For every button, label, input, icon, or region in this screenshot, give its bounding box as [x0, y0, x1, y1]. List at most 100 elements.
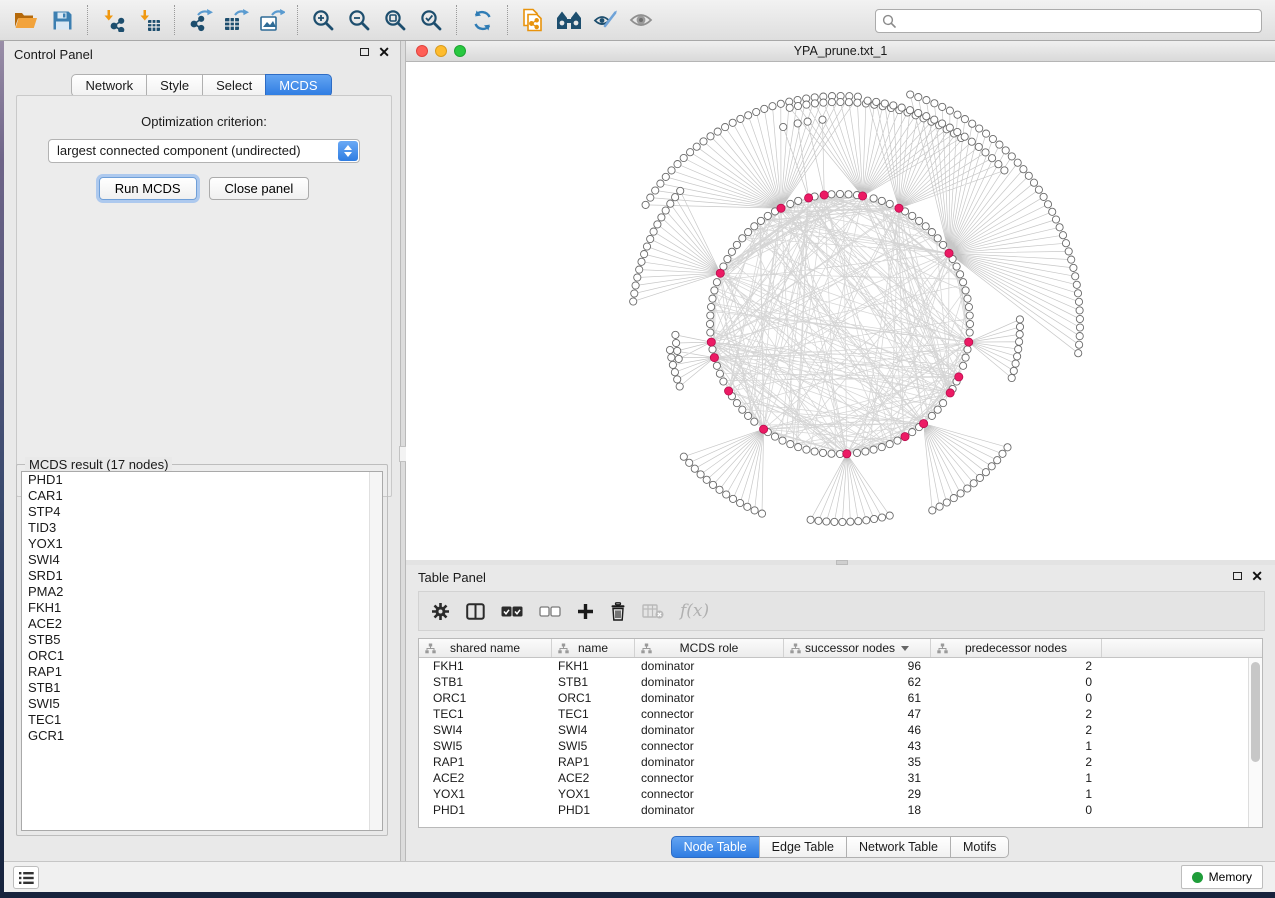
- export-network-button[interactable]: [182, 3, 218, 37]
- cell-successor-nodes[interactable]: 96: [784, 658, 931, 674]
- cell-MCDS-role[interactable]: dominator: [635, 722, 784, 738]
- column-header-name[interactable]: name: [552, 639, 635, 657]
- delete-column-button[interactable]: [610, 602, 626, 621]
- tab-motifs[interactable]: Motifs: [950, 836, 1009, 858]
- tab-network-table[interactable]: Network Table: [846, 836, 951, 858]
- cell-successor-nodes[interactable]: 61: [784, 690, 931, 706]
- cell-predecessor-nodes[interactable]: 2: [931, 706, 1102, 722]
- cell-successor-nodes[interactable]: 29: [784, 786, 931, 802]
- close-window-icon[interactable]: [416, 45, 428, 57]
- table-row[interactable]: SWI4SWI4dominator462: [419, 722, 1262, 738]
- table-row[interactable]: TEC1TEC1connector472: [419, 706, 1262, 722]
- cell-predecessor-nodes[interactable]: 0: [931, 690, 1102, 706]
- cell-shared-name[interactable]: SWI5: [419, 738, 552, 754]
- cell-MCDS-role[interactable]: dominator: [635, 690, 784, 706]
- close-panel-icon[interactable]: ✕: [1251, 571, 1263, 581]
- result-node-item[interactable]: RAP1: [22, 664, 382, 680]
- cell-MCDS-role[interactable]: connector: [635, 770, 784, 786]
- tab-style[interactable]: Style: [146, 74, 203, 97]
- result-node-item[interactable]: YOX1: [22, 536, 382, 552]
- cell-name[interactable]: SWI5: [552, 738, 635, 754]
- cell-name[interactable]: ACE2: [552, 770, 635, 786]
- result-node-item[interactable]: TID3: [22, 520, 382, 536]
- tab-node-table[interactable]: Node Table: [671, 836, 760, 858]
- refresh-view-button[interactable]: [464, 3, 500, 37]
- cell-MCDS-role[interactable]: connector: [635, 706, 784, 722]
- cell-successor-nodes[interactable]: 43: [784, 738, 931, 754]
- result-node-item[interactable]: STB1: [22, 680, 382, 696]
- cell-predecessor-nodes[interactable]: 2: [931, 722, 1102, 738]
- cell-name[interactable]: TEC1: [552, 706, 635, 722]
- cell-MCDS-role[interactable]: dominator: [635, 802, 784, 818]
- close-panel-icon[interactable]: ✕: [378, 47, 390, 57]
- cell-shared-name[interactable]: PHD1: [419, 802, 552, 818]
- table-row[interactable]: ACE2ACE2connector311: [419, 770, 1262, 786]
- result-node-item[interactable]: CAR1: [22, 488, 382, 504]
- network-window-titlebar[interactable]: YPA_prune.txt_1: [406, 41, 1275, 62]
- cell-successor-nodes[interactable]: 31: [784, 770, 931, 786]
- memory-button[interactable]: Memory: [1181, 865, 1263, 889]
- result-list-scrollbar[interactable]: [369, 472, 382, 830]
- cell-MCDS-role[interactable]: connector: [635, 738, 784, 754]
- zoom-selected-button[interactable]: [413, 3, 449, 37]
- maximize-window-icon[interactable]: [454, 45, 466, 57]
- result-node-item[interactable]: ACE2: [22, 616, 382, 632]
- float-panel-icon[interactable]: [360, 48, 369, 56]
- open-session-button[interactable]: [8, 3, 44, 37]
- result-node-item[interactable]: PHD1: [22, 472, 382, 488]
- cell-predecessor-nodes[interactable]: 1: [931, 738, 1102, 754]
- cell-predecessor-nodes[interactable]: 1: [931, 786, 1102, 802]
- zoom-out-button[interactable]: [341, 3, 377, 37]
- delete-table-button[interactable]: [642, 604, 664, 619]
- scrollbar-thumb[interactable]: [1251, 662, 1260, 762]
- minimize-window-icon[interactable]: [435, 45, 447, 57]
- import-network-button[interactable]: [95, 3, 131, 37]
- network-canvas[interactable]: [406, 62, 1275, 559]
- cell-predecessor-nodes[interactable]: 0: [931, 802, 1102, 818]
- table-row[interactable]: RAP1RAP1dominator352: [419, 754, 1262, 770]
- search-input[interactable]: [901, 14, 1255, 28]
- cell-predecessor-nodes[interactable]: 0: [931, 674, 1102, 690]
- table-row[interactable]: YOX1YOX1connector291: [419, 786, 1262, 802]
- result-node-item[interactable]: SRD1: [22, 568, 382, 584]
- cell-name[interactable]: PHD1: [552, 802, 635, 818]
- unselect-all-columns-button[interactable]: [539, 606, 561, 617]
- cell-successor-nodes[interactable]: 62: [784, 674, 931, 690]
- cell-name[interactable]: SWI4: [552, 722, 635, 738]
- function-builder-button[interactable]: f(x): [680, 601, 709, 621]
- binoculars-button[interactable]: [551, 3, 587, 37]
- network-file-share-button[interactable]: [515, 3, 551, 37]
- result-node-item[interactable]: STB5: [22, 632, 382, 648]
- cell-name[interactable]: STB1: [552, 674, 635, 690]
- cell-successor-nodes[interactable]: 35: [784, 754, 931, 770]
- show-columns-button[interactable]: [466, 603, 485, 620]
- show-graphics-details-button[interactable]: [623, 3, 659, 37]
- cell-shared-name[interactable]: TEC1: [419, 706, 552, 722]
- table-row[interactable]: FKH1FKH1dominator962: [419, 658, 1262, 674]
- cell-shared-name[interactable]: FKH1: [419, 658, 552, 674]
- result-node-item[interactable]: ORC1: [22, 648, 382, 664]
- table-row[interactable]: ORC1ORC1dominator610: [419, 690, 1262, 706]
- select-all-columns-button[interactable]: [501, 606, 523, 617]
- save-session-button[interactable]: [44, 3, 80, 37]
- import-table-button[interactable]: [131, 3, 167, 37]
- result-node-item[interactable]: TEC1: [22, 712, 382, 728]
- result-node-item[interactable]: FKH1: [22, 600, 382, 616]
- tab-edge-table[interactable]: Edge Table: [759, 836, 847, 858]
- table-settings-button[interactable]: [431, 602, 450, 621]
- hide-graphics-details-button[interactable]: [587, 3, 623, 37]
- zoom-in-button[interactable]: [305, 3, 341, 37]
- cell-name[interactable]: ORC1: [552, 690, 635, 706]
- cell-shared-name[interactable]: RAP1: [419, 754, 552, 770]
- export-table-button[interactable]: [218, 3, 254, 37]
- column-header-MCDS-role[interactable]: MCDS role: [635, 639, 784, 657]
- cell-successor-nodes[interactable]: 47: [784, 706, 931, 722]
- export-image-button[interactable]: [254, 3, 290, 37]
- cell-name[interactable]: FKH1: [552, 658, 635, 674]
- cell-shared-name[interactable]: STB1: [419, 674, 552, 690]
- zoom-fit-button[interactable]: [377, 3, 413, 37]
- tab-mcds[interactable]: MCDS: [265, 74, 331, 97]
- cell-shared-name[interactable]: ACE2: [419, 770, 552, 786]
- tab-network[interactable]: Network: [71, 74, 147, 97]
- result-node-item[interactable]: SWI5: [22, 696, 382, 712]
